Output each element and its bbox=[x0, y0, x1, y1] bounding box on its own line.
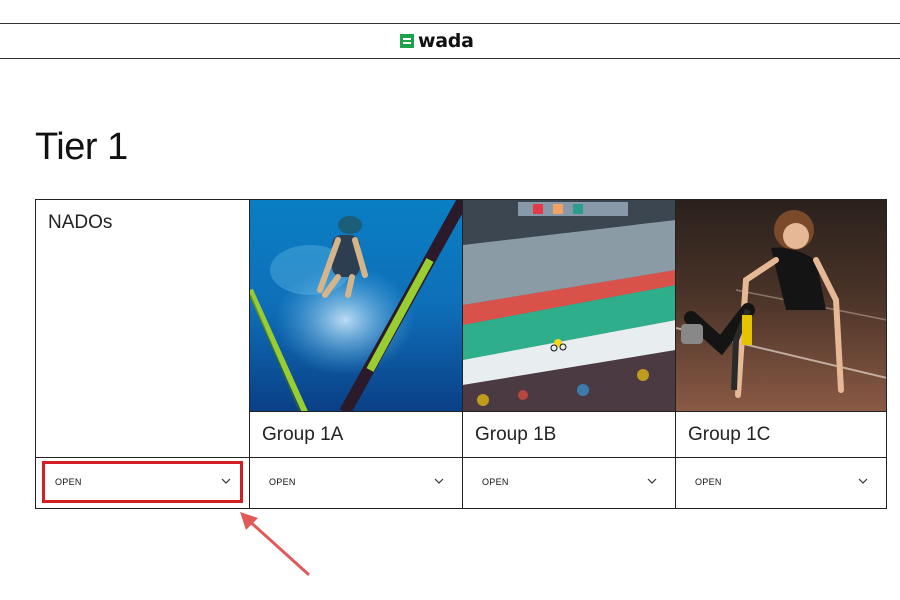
open-dropdown-nados[interactable]: OPEN bbox=[36, 457, 249, 508]
open-dropdown-group-1c[interactable]: OPEN bbox=[676, 457, 886, 508]
column-group-1b: Group 1B OPEN bbox=[462, 200, 675, 508]
column-title: NADOs bbox=[48, 212, 113, 233]
open-label: OPEN bbox=[269, 477, 296, 487]
wada-logo-icon bbox=[400, 34, 414, 48]
open-dropdown-group-1a[interactable]: OPEN bbox=[250, 457, 462, 508]
wada-logo[interactable]: wada bbox=[400, 30, 474, 52]
column-group-1a: Group 1A OPEN bbox=[249, 200, 462, 508]
chevron-down-icon bbox=[647, 478, 657, 484]
logo-text: wada bbox=[418, 30, 474, 52]
swimmer-photo[interactable] bbox=[250, 200, 462, 412]
open-label: OPEN bbox=[55, 477, 82, 487]
site-header: wada bbox=[0, 23, 900, 59]
title-cell: NADOs bbox=[36, 200, 249, 458]
column-group-1c: Group 1C OPEN bbox=[675, 200, 886, 508]
annotation-arrow-icon bbox=[240, 512, 310, 576]
chevron-down-icon bbox=[221, 478, 231, 484]
title-cell: Group 1A bbox=[250, 412, 462, 458]
open-dropdown-group-1b[interactable]: OPEN bbox=[463, 457, 675, 508]
title-cell: Group 1B bbox=[463, 412, 675, 458]
chevron-down-icon bbox=[858, 478, 868, 484]
open-label: OPEN bbox=[695, 477, 722, 487]
page-title: Tier 1 bbox=[35, 126, 128, 168]
column-nados: NADOs OPEN bbox=[36, 200, 249, 508]
velodrome-cyclist-photo[interactable] bbox=[463, 200, 675, 412]
chevron-down-icon bbox=[434, 478, 444, 484]
tier-grid: NADOs OPEN Group 1A OPEN Group 1B OPEN G… bbox=[35, 199, 887, 509]
open-label: OPEN bbox=[482, 477, 509, 487]
column-title: Group 1C bbox=[688, 424, 771, 445]
title-cell: Group 1C bbox=[676, 412, 886, 458]
column-title: Group 1B bbox=[475, 424, 557, 445]
para-athlete-sprinter-photo[interactable] bbox=[676, 200, 886, 412]
column-title: Group 1A bbox=[262, 424, 344, 445]
